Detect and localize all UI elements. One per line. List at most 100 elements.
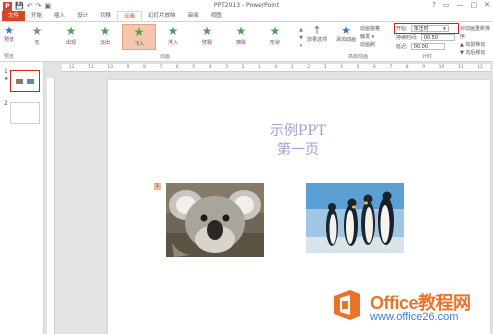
gallery-up-icon[interactable]: ▲ — [298, 26, 304, 34]
ruler-tick: 8 — [143, 65, 146, 70]
powerpoint-logo-icon: P — [3, 1, 12, 11]
animation-split[interactable]: ★ 劈裂 — [190, 24, 224, 50]
ribbon-display-icon[interactable]: ▭ — [443, 1, 450, 9]
effect-options-button[interactable]: ↑ 效果选项 — [305, 24, 329, 43]
up-arrow-icon: ↑ — [312, 24, 322, 37]
slide-thumbnails-pane: 1 ★ 2 — [0, 62, 44, 334]
save-icon[interactable]: 💾 — [15, 1, 24, 11]
move-later-button[interactable]: ▼ 向后移动 — [460, 49, 493, 57]
animation-label: 出现 — [65, 40, 76, 46]
present-icon[interactable]: ▣ — [44, 1, 51, 11]
title-line-1: 示例PPT — [269, 123, 327, 139]
animation-painter-button[interactable]: 动画刷 — [360, 41, 394, 49]
animation-pane-button[interactable]: 动画窗格 — [360, 25, 394, 33]
gallery-down-icon[interactable]: ▼ — [298, 34, 304, 42]
tab-insert[interactable]: 插入 — [48, 11, 71, 21]
add-animation-button[interactable]: ★ 添加动画 — [333, 25, 359, 44]
star-icon: ★ — [167, 24, 179, 38]
title-line-2: 第一页 — [277, 142, 319, 158]
ruler-tick: 2 — [307, 65, 311, 70]
penguin-image[interactable] — [306, 183, 404, 253]
slide-thumbnail-1[interactable] — [10, 70, 40, 92]
tab-transitions[interactable]: 切换 — [94, 11, 117, 21]
reorder-title: 对动画重新排序 — [460, 26, 491, 40]
add-animation-label: 添加动画 — [335, 37, 356, 43]
animation-none[interactable]: ★ 无 — [20, 24, 54, 50]
preview-button[interactable]: ★ 预览 — [2, 25, 16, 43]
horizontal-ruler: 12 11 10 9 8 7 6 5 4 3 2 1 0 1 2 3 4 5 6… — [62, 64, 490, 72]
advanced-animation-list: 动画窗格 触发 ▾ 动画刷 — [360, 25, 394, 49]
animation-float-in[interactable]: ★ 浮入 — [156, 24, 190, 50]
animation-label: 飞入 — [133, 41, 144, 47]
star-icon: ★ — [99, 24, 111, 38]
star-icon: ★ — [201, 24, 213, 38]
delay-input[interactable]: 00.00 — [410, 43, 445, 50]
move-earlier-button[interactable]: ▲ 向前移动 — [460, 41, 493, 49]
animation-label: 淡出 — [99, 40, 110, 46]
delay-row: 延迟: 00.00 — [396, 42, 458, 51]
tab-design[interactable]: 设计 — [71, 11, 94, 21]
star-icon: ★ — [235, 24, 247, 38]
tab-animations[interactable]: 动画 — [117, 11, 143, 21]
timing-group-label: 计时 — [422, 54, 433, 60]
animation-label: 无 — [34, 40, 40, 46]
minimize-icon[interactable]: — — [457, 1, 464, 9]
vertical-ruler — [47, 78, 55, 334]
start-highlight-box — [394, 23, 459, 34]
star-icon: ★ — [65, 24, 77, 38]
ruler-tick: 5 — [192, 65, 196, 70]
ruler-tick: 6 — [372, 65, 376, 70]
animation-shape[interactable]: ★ 形状 — [258, 24, 292, 50]
animation-gallery: ★ 无 ★ 出现 ★ 淡出 ★ 飞入 ★ 浮入 ★ 劈裂 ★ 擦除 ★ 形状 — [20, 24, 298, 52]
tab-view[interactable]: 视图 — [205, 11, 228, 21]
gallery-scrollbar[interactable]: ▲ ▼ ▾ — [298, 26, 304, 50]
office-logo-icon — [334, 290, 360, 320]
redo-icon[interactable]: ↷ — [36, 1, 42, 11]
animation-fly-in[interactable]: ★ 飞入 — [122, 24, 156, 50]
animation-order-tag[interactable]: 1 — [154, 183, 161, 190]
slide-number: 2 — [4, 100, 8, 107]
help-icon[interactable]: ? — [432, 1, 436, 9]
effect-options-label: 效果选项 — [306, 37, 327, 43]
ruler-tick: 4 — [208, 65, 212, 70]
watermark: Office教程网 www.office26.com — [328, 284, 493, 330]
watermark-url: www.office26.com — [370, 311, 459, 323]
koala-mini — [16, 79, 23, 84]
ruler-tick: 12 — [477, 65, 483, 70]
animation-group-label: 动画 — [160, 54, 171, 60]
close-icon[interactable]: ✕ — [484, 1, 490, 9]
trigger-button[interactable]: 触发 ▾ — [360, 33, 394, 41]
slide-number: 1 — [4, 68, 8, 75]
ruler-tick: 8 — [405, 65, 409, 70]
duration-row: 持续时间: 00.50 — [396, 33, 458, 42]
tab-review[interactable]: 审阅 — [182, 11, 205, 21]
tab-file[interactable]: 文件 — [2, 11, 26, 21]
animation-fade[interactable]: ★ 淡出 — [88, 24, 122, 50]
animation-appear[interactable]: ★ 出现 — [54, 24, 88, 50]
window-controls: ? ▭ — □ ✕ — [432, 1, 490, 9]
quick-access-toolbar: P 💾 ↶ ↷ ▣ — [3, 1, 51, 11]
maximize-icon[interactable]: □ — [471, 1, 478, 9]
ruler-tick: 3 — [225, 65, 229, 70]
slide-title[interactable]: 示例PPT 第一页 — [228, 122, 368, 160]
animation-label: 擦除 — [235, 40, 246, 46]
star-icon: ★ — [31, 24, 43, 38]
tab-home[interactable]: 开始 — [25, 11, 48, 21]
ruler-tick: 11 — [457, 65, 464, 70]
preview-label: 预览 — [3, 37, 14, 43]
ruler-tick: 3 — [323, 65, 327, 70]
ruler-tick: 6 — [175, 65, 179, 70]
slide-thumbnail-2[interactable] — [10, 102, 40, 124]
animation-wipe[interactable]: ★ 擦除 — [224, 24, 258, 50]
ruler-tick: 9 — [422, 65, 426, 70]
animation-star-icon: ★ — [4, 76, 9, 82]
koala-image[interactable] — [166, 183, 264, 257]
ruler-tick: 4 — [340, 65, 343, 70]
tab-slideshow[interactable]: 幻灯片放映 — [142, 11, 182, 21]
ribbon-tabs: 文件 开始 插入 设计 切换 动画 幻灯片放映 审阅 视图 — [0, 11, 493, 22]
duration-input[interactable]: 00.50 — [420, 34, 455, 41]
ruler-tick: 7 — [389, 65, 393, 70]
undo-icon[interactable]: ↶ — [27, 1, 33, 11]
window-title: PPT2013 - PowerPoint — [213, 2, 280, 9]
gallery-more-icon[interactable]: ▾ — [298, 42, 304, 50]
